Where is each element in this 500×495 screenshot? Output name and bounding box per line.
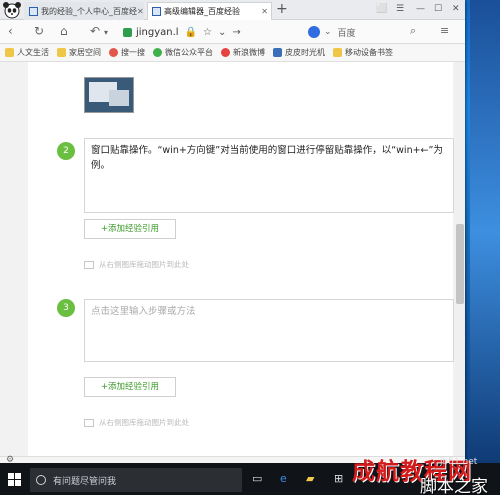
start-button[interactable] bbox=[8, 473, 22, 487]
address-domain: jingyan.l bbox=[136, 26, 179, 38]
tab-bar: 我的经验_个人中心_百度经 ✕ 高级编辑器_百度经验 ✕ + ⬜ ☰ — ☐ ✕ bbox=[0, 0, 465, 20]
refresh-icon[interactable]: ↻ bbox=[34, 24, 44, 38]
drag-hint-text: 从右侧图库拖动图片到此处 bbox=[99, 418, 189, 427]
skin-icon[interactable]: ⬜ bbox=[376, 2, 387, 16]
bookmark-label: 人文生活 bbox=[17, 48, 49, 57]
bookmark-item[interactable]: 皮皮时光机 bbox=[273, 47, 325, 58]
minimize-icon[interactable]: — bbox=[416, 2, 425, 16]
bookmark-item[interactable]: 移动设备书签 bbox=[333, 47, 393, 58]
image-drop-zone[interactable]: 从右侧图库拖动图片到此处 bbox=[84, 259, 189, 270]
back-icon[interactable]: ‹ bbox=[8, 24, 13, 38]
home-icon[interactable]: ⌂ bbox=[60, 24, 68, 38]
folder-icon bbox=[5, 48, 14, 57]
image-drop-zone[interactable]: 从右侧图库拖动图片到此处 bbox=[84, 417, 189, 428]
bookmark-item[interactable]: 微信公众平台 bbox=[153, 47, 213, 58]
maximize-icon[interactable]: ☐ bbox=[434, 2, 442, 16]
step-text-field[interactable]: 点击这里输入步骤或方法 bbox=[84, 299, 454, 362]
step-number-badge: 3 bbox=[57, 299, 75, 317]
picture-icon bbox=[84, 260, 94, 269]
add-reference-button[interactable]: +添加经验引用 bbox=[84, 377, 176, 397]
bookmark-label: 搜一搜 bbox=[121, 48, 145, 57]
editor-card: 2 窗口贴靠操作。“win+方向键”对当前使用的窗口进行停留贴靠操作，以“win… bbox=[28, 62, 454, 456]
watermark-sub: 脚本之家 bbox=[420, 477, 488, 495]
folder-icon bbox=[57, 48, 66, 57]
secure-check-icon bbox=[123, 27, 132, 37]
bookmark-item[interactable]: 搜一搜 bbox=[109, 47, 145, 58]
search-icon[interactable]: ⌕ bbox=[410, 24, 416, 38]
new-tab-button[interactable]: + bbox=[276, 1, 288, 17]
star-icon[interactable]: ☆ bbox=[203, 27, 212, 38]
tab-my-experience[interactable]: 我的经验_个人中心_百度经 ✕ bbox=[24, 2, 144, 20]
search-engine-name: 百度 bbox=[337, 28, 356, 39]
close-window-icon[interactable]: ✕ bbox=[452, 2, 460, 16]
task-view-icon[interactable]: ▭ bbox=[252, 472, 262, 486]
tab-title: 高级编辑器_百度经验 bbox=[164, 7, 240, 16]
watermark-site: jb51.net bbox=[440, 457, 478, 467]
undo-dropdown-icon[interactable]: ▾ bbox=[104, 26, 108, 40]
bookmark-label: 新浪微博 bbox=[233, 48, 265, 57]
cortana-placeholder: 有问题尽管问我 bbox=[53, 476, 117, 487]
expand-icon[interactable]: ⌄ bbox=[218, 27, 226, 38]
step-image-thumbnail[interactable] bbox=[84, 77, 134, 113]
picture-icon bbox=[84, 418, 94, 427]
weibo-icon bbox=[221, 48, 230, 57]
bookmark-item[interactable]: 家居空间 bbox=[57, 47, 101, 58]
bookmark-item[interactable]: 新浪微博 bbox=[221, 47, 265, 58]
page-viewport: 2 窗口贴靠操作。“win+方向键”对当前使用的窗口进行停留贴靠操作，以“win… bbox=[0, 62, 465, 456]
thumbnail-window bbox=[109, 90, 129, 106]
bookmark-page-icon bbox=[273, 48, 282, 57]
undo-icon[interactable]: ↶ bbox=[90, 24, 100, 38]
file-explorer-icon[interactable]: ▰ bbox=[306, 472, 314, 486]
step-number-badge: 2 bbox=[57, 142, 75, 160]
close-tab-icon[interactable]: ✕ bbox=[261, 7, 268, 16]
bookmark-label: 皮皮时光机 bbox=[285, 48, 325, 57]
browser-window: 我的经验_个人中心_百度经 ✕ 高级编辑器_百度经验 ✕ + ⬜ ☰ — ☐ ✕… bbox=[0, 0, 465, 465]
bookmark-label: 微信公众平台 bbox=[165, 48, 213, 57]
panda-logo-icon[interactable] bbox=[2, 1, 22, 19]
drag-hint-text: 从右侧图库拖动图片到此处 bbox=[99, 260, 189, 269]
tab-advanced-editor[interactable]: 高级编辑器_百度经验 ✕ bbox=[147, 2, 272, 20]
bookmark-label: 家居空间 bbox=[69, 48, 101, 57]
paw-favicon-icon bbox=[29, 7, 38, 16]
edge-icon[interactable]: e bbox=[280, 472, 287, 486]
tab-title: 我的经验_个人中心_百度经 bbox=[41, 7, 137, 16]
store-icon[interactable]: ⊞ bbox=[334, 472, 343, 486]
more-menu-icon[interactable]: ≡ bbox=[440, 24, 449, 38]
add-reference-button[interactable]: +添加经验引用 bbox=[84, 219, 176, 239]
cortana-search-box[interactable]: 有问题尽管问我 bbox=[30, 468, 242, 492]
close-tab-icon[interactable]: ✕ bbox=[137, 7, 143, 16]
baidu-paw-icon bbox=[308, 26, 320, 38]
step-text-field[interactable]: 窗口贴靠操作。“win+方向键”对当前使用的窗口进行停留贴靠操作，以“win+←… bbox=[84, 138, 454, 213]
go-arrow-icon[interactable]: → bbox=[232, 27, 240, 38]
bookmark-label: 移动设备书签 bbox=[345, 48, 393, 57]
scrollbar-thumb[interactable] bbox=[456, 224, 464, 304]
bookmark-item[interactable]: 人文生活 bbox=[5, 47, 49, 58]
menu-icon[interactable]: ☰ bbox=[396, 2, 404, 16]
wechat-icon bbox=[153, 48, 162, 57]
wallpaper-light-beam bbox=[470, 0, 500, 463]
address-bar[interactable]: jingyan.l 🔒 ☆ ⌄ → bbox=[123, 23, 298, 41]
cortana-icon bbox=[36, 475, 46, 485]
bookmarks-bar: 人文生活 家居空间 搜一搜 微信公众平台 新浪微博 皮皮时光机 移动设备书签 bbox=[0, 44, 465, 62]
folder-icon bbox=[333, 48, 342, 57]
paw-favicon-icon bbox=[152, 7, 161, 16]
engine-dropdown-icon[interactable]: ⌄ bbox=[324, 27, 332, 37]
search-box[interactable]: ⌄ 百度 bbox=[308, 23, 458, 41]
sogou-icon bbox=[109, 48, 118, 57]
navigation-bar: ‹ ↻ ⌂ ↶ ▾ jingyan.l 🔒 ☆ ⌄ → ⌄ 百度 ⌕ ≡ bbox=[0, 20, 465, 44]
lock-icon[interactable]: 🔒 bbox=[185, 27, 197, 38]
